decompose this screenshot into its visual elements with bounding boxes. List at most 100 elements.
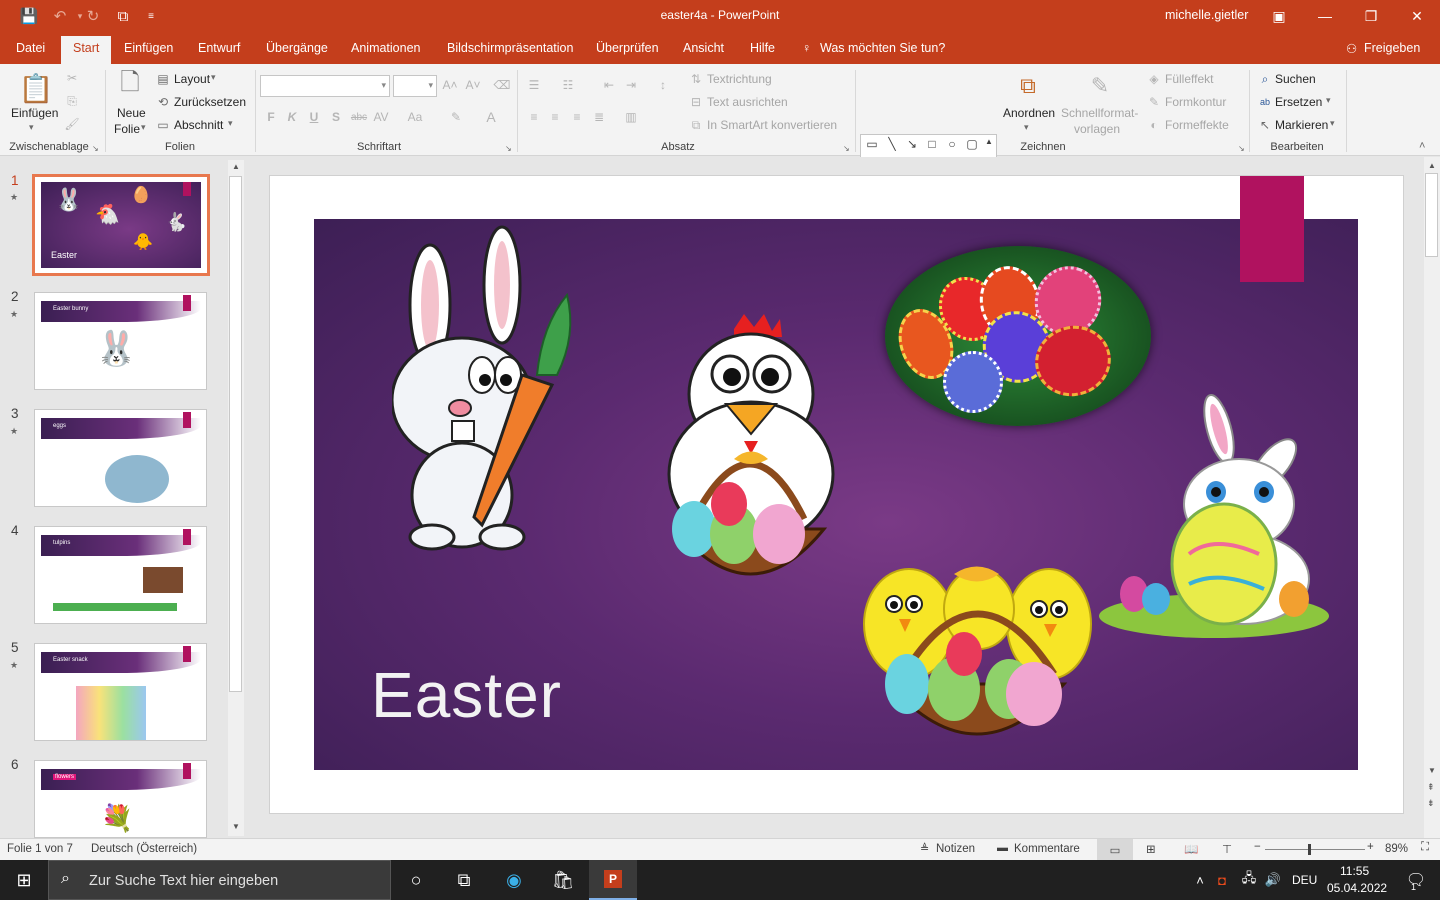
align-text-icon[interactable]: ⊟ (688, 95, 704, 109)
minimize-button[interactable]: — (1302, 0, 1348, 32)
chicks-basket-image[interactable] (859, 564, 1094, 749)
change-case-button[interactable]: Aa (406, 109, 424, 125)
scroll-down-icon[interactable]: ▼ (1428, 766, 1436, 775)
font-launcher-icon[interactable]: ↘ (505, 144, 512, 153)
scroll-up-icon[interactable]: ▲ (1428, 161, 1436, 170)
canvas-scrollbar[interactable]: ▲ ▼ ⇞ ⇟ (1424, 157, 1440, 838)
slide-thumbnail-5[interactable]: Easter snack (34, 643, 207, 741)
select-icon[interactable]: ↖ (1257, 118, 1273, 132)
tab-bildschirmpraesentation[interactable]: Bildschirmpräsentation (447, 41, 573, 55)
powerpoint-taskbar-icon[interactable]: P (589, 860, 637, 900)
increase-indent-icon[interactable]: ⇥ (623, 77, 639, 93)
slide-thumbnail-4[interactable]: tulpins (34, 526, 207, 624)
language-indicator[interactable]: Deutsch (Österreich) (91, 843, 197, 855)
tab-start[interactable]: Start (61, 36, 112, 64)
network-icon[interactable]: 🖧 (1236, 860, 1262, 900)
justify-icon[interactable]: ≣ (591, 109, 607, 125)
shape-fill-button[interactable]: Fülleffekt (1165, 72, 1213, 86)
underline-button[interactable]: U (306, 109, 322, 125)
bunny-carrot-image[interactable] (392, 225, 592, 555)
decrease-indent-icon[interactable]: ⇤ (601, 77, 617, 93)
zoom-out-icon[interactable]: − (1254, 841, 1261, 853)
quick-styles-label[interactable]: vorlagen (1074, 122, 1120, 136)
search-icon[interactable]: ⌕ (1257, 72, 1273, 86)
reset-icon[interactable]: ⟲ (156, 95, 170, 109)
new-slide-dropdown-icon[interactable]: ▾ (141, 122, 146, 133)
strikethrough-button[interactable]: abc (349, 109, 369, 125)
align-right-icon[interactable]: ≡ (569, 109, 585, 125)
tab-entwurf[interactable]: Entwurf (198, 41, 240, 55)
convert-to-smartart-button[interactable]: In SmartArt konvertieren (707, 118, 837, 132)
tab-ansicht[interactable]: Ansicht (683, 41, 724, 55)
scroll-thumb[interactable] (1425, 173, 1438, 257)
chicken-basket-image[interactable] (654, 309, 844, 619)
slide-thumbnail-2[interactable]: Easter bunny 🐰 (34, 292, 207, 390)
line-spacing-icon[interactable]: ↕ (655, 77, 671, 93)
scroll-down-icon[interactable]: ▼ (232, 822, 240, 831)
font-name-combo[interactable]: ▾ (260, 75, 390, 97)
slide-thumbnail-3[interactable]: eggs (34, 409, 207, 507)
section-dropdown-icon[interactable]: ▾ (228, 118, 233, 129)
tab-ueberpruefen[interactable]: Überprüfen (596, 41, 659, 55)
text-direction-button[interactable]: Textrichtung (707, 72, 772, 86)
select-button[interactable]: Markieren (1275, 118, 1328, 132)
office-icon[interactable]: ◘ (1210, 860, 1234, 900)
tab-datei[interactable]: Datei (16, 41, 45, 55)
previous-slide-icon[interactable]: ⇞ (1427, 782, 1435, 793)
clipboard-launcher-icon[interactable]: ↘ (92, 144, 99, 153)
font-color-button[interactable]: A (483, 109, 499, 125)
smartart-icon[interactable]: ⧉ (688, 118, 704, 132)
numbering-icon[interactable]: ☷ (560, 77, 576, 93)
arrange-icon[interactable]: ⧉ (1012, 70, 1044, 102)
italic-button[interactable]: K (284, 109, 300, 125)
section-button[interactable]: Abschnitt (174, 118, 223, 132)
cut-icon[interactable]: ✂ (64, 70, 80, 86)
text-direction-icon[interactable]: ⇅ (688, 72, 704, 86)
arrange-dropdown-icon[interactable]: ▾ (1024, 122, 1029, 133)
align-left-icon[interactable]: ≡ (526, 109, 542, 125)
zoom-in-icon[interactable]: + (1367, 841, 1374, 853)
clock-time[interactable]: 11:55 (1340, 864, 1369, 878)
fit-to-window-icon[interactable]: ⛶ (1421, 841, 1429, 854)
new-slide-label[interactable]: Folie (114, 122, 140, 136)
taskbar-search-box[interactable]: ⌕ Zur Suche Text hier eingeben (48, 860, 391, 900)
copy-icon[interactable]: ⎘ (64, 93, 80, 109)
replace-icon[interactable]: ab (1257, 95, 1273, 109)
collapse-ribbon-icon[interactable]: ˄ (1419, 140, 1425, 152)
user-name[interactable]: michelle.gietler (1165, 8, 1248, 22)
tab-einfuegen[interactable]: Einfügen (124, 41, 173, 55)
character-spacing-button[interactable]: AV (372, 109, 390, 125)
reading-view-icon[interactable]: 📖 (1184, 842, 1198, 856)
paste-icon[interactable]: 📋 (18, 70, 54, 106)
share-button[interactable]: Freigeben (1364, 41, 1420, 55)
slideshow-icon[interactable]: ⊤ (1222, 842, 1232, 856)
tab-hilfe[interactable]: Hilfe (750, 41, 775, 55)
volume-icon[interactable]: 🔊 (1260, 860, 1286, 900)
zoom-slider[interactable] (1265, 844, 1365, 855)
scroll-up-icon[interactable]: ▲ (232, 162, 240, 171)
shape-outline-icon[interactable]: ✎ (1146, 95, 1162, 109)
scroll-thumb[interactable] (229, 176, 242, 692)
section-icon[interactable]: ▭ (156, 118, 170, 132)
arrange-button[interactable]: Anordnen (1003, 106, 1055, 120)
close-button[interactable]: ✕ (1394, 0, 1440, 32)
new-slide-button[interactable]: Neue (117, 106, 146, 120)
font-size-combo[interactable]: ▾ (393, 75, 437, 97)
shape-outline-button[interactable]: Formkontur (1165, 95, 1226, 109)
align-center-icon[interactable]: ≡ (547, 109, 563, 125)
layout-button[interactable]: Layout (174, 72, 210, 86)
shape-effects-icon[interactable]: ◐ (1146, 118, 1162, 132)
notifications-icon[interactable]: 🗨 (1392, 860, 1440, 900)
paste-dropdown-icon[interactable]: ▾ (29, 122, 34, 133)
comments-button[interactable]: Kommentare (1014, 843, 1080, 855)
zoom-level[interactable]: 89% (1385, 843, 1408, 855)
edge-browser-icon[interactable]: ◉ (490, 860, 538, 900)
clear-formatting-icon[interactable]: ⌫ (494, 77, 511, 93)
new-slide-icon[interactable]: 🗋 (115, 69, 145, 100)
align-text-button[interactable]: Text ausrichten (707, 95, 788, 109)
slide-thumbnail-1[interactable]: 🐰 🐔 🥚 🐥 🐇 Easter (32, 174, 210, 276)
tab-animationen[interactable]: Animationen (351, 41, 421, 55)
thumbnail-scrollbar[interactable]: ▲ ▼ (228, 160, 244, 836)
highlight-icon[interactable]: ✎ (448, 109, 464, 125)
columns-icon[interactable]: ▥ (623, 109, 639, 125)
